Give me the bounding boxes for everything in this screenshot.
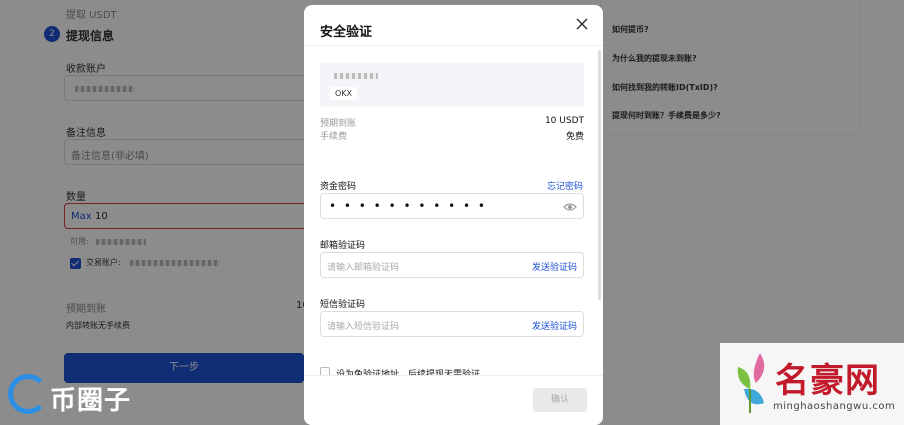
- fund-password-label: 资金密码: [320, 182, 357, 192]
- watermark-left: 币圈子: [0, 372, 150, 422]
- modal-title: 安全验证: [320, 25, 373, 40]
- divider: [304, 45, 603, 46]
- email-code-placeholder: 请输入邮箱验证码: [327, 263, 400, 273]
- watermark-logo-icon: [8, 374, 48, 414]
- expected-label: 预期到账: [320, 119, 357, 129]
- fund-password-input[interactable]: • • • • • • • • • • •: [320, 193, 584, 219]
- security-verification-modal: 安全验证 OKX 预期到账 10 USDT 手续费 免费 资金密码 忘记密码 •…: [304, 5, 603, 425]
- expected-value: 10 USDT: [544, 116, 584, 126]
- password-mask: • • • • • • • • • • •: [329, 199, 488, 213]
- fee-label: 手续费: [320, 132, 348, 142]
- send-sms-code-button[interactable]: 发送验证码: [532, 319, 577, 332]
- watermark-right-title: 名豪网: [775, 361, 880, 401]
- sms-code-input[interactable]: 请输入短信验证码 发送验证码: [320, 311, 584, 337]
- send-email-code-button[interactable]: 发送验证码: [532, 260, 577, 273]
- network-chip: OKX: [330, 87, 358, 100]
- watermark-right: 名豪网 minghaoshangwu.com: [720, 343, 904, 425]
- redacted-address: [334, 73, 378, 79]
- leaf-logo-icon: [737, 353, 765, 413]
- watermark-left-text: 币圈子: [50, 386, 132, 416]
- email-code-input[interactable]: 请输入邮箱验证码 发送验证码: [320, 252, 584, 278]
- close-icon[interactable]: [575, 17, 589, 31]
- email-code-label: 邮箱验证码: [320, 241, 366, 251]
- fee-value: 免费: [565, 132, 584, 142]
- withdraw-address-box: OKX: [320, 63, 584, 107]
- modal-footer: 确认: [304, 375, 603, 425]
- watermark-right-url: minghaoshangwu.com: [773, 401, 896, 412]
- forgot-password-link[interactable]: 忘记密码: [547, 179, 583, 192]
- sms-code-label: 短信验证码: [320, 300, 366, 310]
- confirm-button[interactable]: 确认: [533, 388, 587, 412]
- scrollbar[interactable]: [598, 50, 601, 300]
- sms-code-placeholder: 请输入短信验证码: [327, 322, 400, 332]
- eye-icon[interactable]: [563, 200, 577, 214]
